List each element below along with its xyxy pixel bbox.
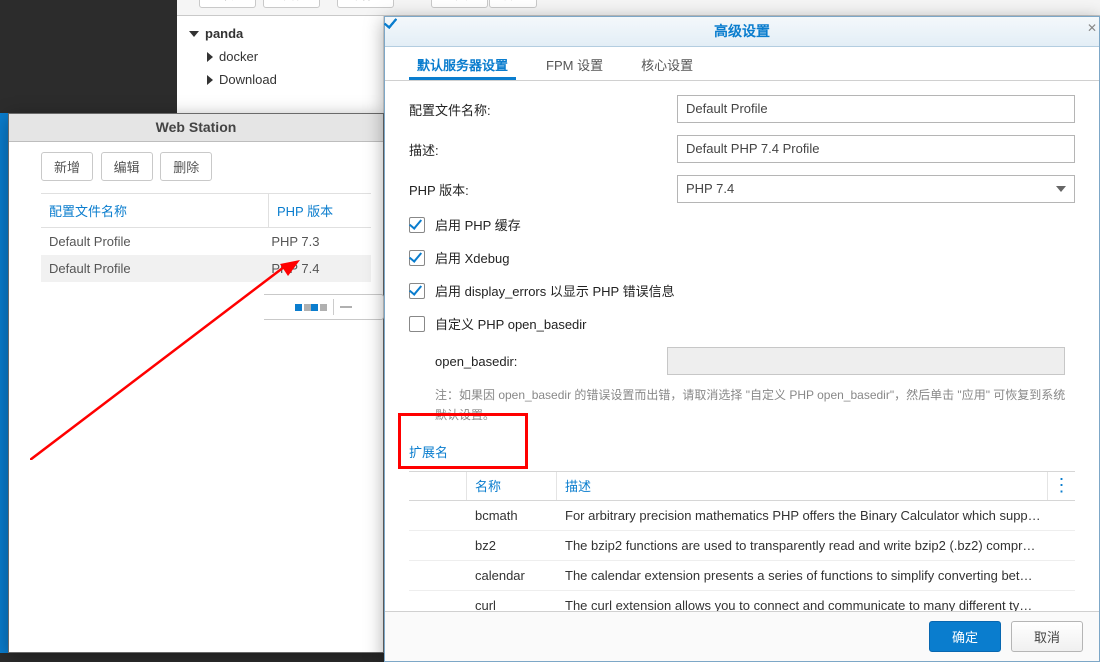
chevron-down-icon <box>1056 186 1066 192</box>
adv-footer: 确定 取消 <box>385 611 1099 661</box>
checkbox-icon <box>409 283 425 299</box>
grid-view-icon <box>295 304 302 311</box>
grid-view-icon <box>304 304 311 311</box>
ws-table: 配置文件名称 PHP 版本 Default Profile PHP 7.3 De… <box>41 193 371 282</box>
tree-item-label: Download <box>219 72 277 87</box>
toolbar-create-label: 新增 <box>274 0 300 3</box>
tree-item-docker[interactable]: docker <box>189 45 383 68</box>
toolbar-upload-button[interactable]: 上传▾ <box>199 0 256 8</box>
webstation-title: Web Station <box>9 114 383 141</box>
tree-root[interactable]: panda <box>189 22 383 45</box>
divider <box>333 299 334 315</box>
checkbox-label: 启用 PHP 缓存 <box>435 215 521 234</box>
close-icon[interactable]: ✕ <box>1087 21 1097 35</box>
open-basedir-note: 注：如果因 open_basedir 的错误设置而出错，请取消选择 "自定义 P… <box>435 385 1075 426</box>
ext-head-more-icon[interactable]: ⋮ <box>1047 472 1075 500</box>
php-version-label: PHP 版本: <box>409 180 677 199</box>
view-mode-switch[interactable] <box>264 294 384 320</box>
adv-tabs: 默认服务器设置 FPM 设置 核心设置 <box>385 47 1099 81</box>
ext-row[interactable]: bz2 The bzip2 functions are used to tran… <box>409 531 1075 561</box>
tab-default-server[interactable]: 默认服务器设置 <box>409 55 516 80</box>
profile-name-input[interactable]: Default Profile <box>677 95 1075 123</box>
php-version-select[interactable]: PHP 7.4 <box>677 175 1075 203</box>
checkbox-icon <box>409 217 425 233</box>
tab-core[interactable]: 核心设置 <box>633 55 701 80</box>
table-row[interactable]: Default Profile PHP 7.3 <box>41 228 371 255</box>
checkbox-open-basedir[interactable]: 自定义 PHP open_basedir <box>409 314 1075 333</box>
toolbar-upload-label: 上传 <box>210 0 236 3</box>
ws-php-ver: PHP 7.3 <box>271 234 363 249</box>
desc-input[interactable]: Default PHP 7.4 Profile <box>677 135 1075 163</box>
adv-title: 高级设置 <box>385 17 1099 46</box>
toolbar-tool-label: 工具 <box>442 0 468 3</box>
ok-button[interactable]: 确定 <box>929 621 1001 652</box>
ws-profile-name: Default Profile <box>49 234 271 249</box>
tree-item-label: docker <box>219 49 258 64</box>
checkbox-label: 启用 Xdebug <box>435 248 509 267</box>
ws-edit-button[interactable]: 编辑 <box>101 152 153 181</box>
ext-desc: The bzip2 functions are used to transpar… <box>557 538 1075 553</box>
extensions-table-head: 名称 描述 ⋮ <box>409 471 1075 501</box>
list-view-icon <box>340 306 352 308</box>
extensions-title: 扩展名 <box>409 440 1075 471</box>
tab-fpm[interactable]: FPM 设置 <box>538 55 611 80</box>
toolbar-setting-button[interactable]: 设置 <box>489 0 537 8</box>
checkbox-label: 启用 display_errors 以显示 PHP 错误信息 <box>435 281 675 300</box>
advanced-settings-window: 高级设置 ✕ 默认服务器设置 FPM 设置 核心设置 配置文件名称: Defau… <box>384 16 1100 662</box>
checkbox-label: 自定义 PHP open_basedir <box>435 314 587 333</box>
ws-profile-name: Default Profile <box>49 261 271 276</box>
cancel-button[interactable]: 取消 <box>1011 621 1083 652</box>
sidebar-accent <box>0 113 8 653</box>
tree-root-label: panda <box>205 26 243 41</box>
adv-titlebar[interactable]: 高级设置 ✕ <box>385 17 1099 47</box>
webstation-window: Web Station 新增 编辑 删除 配置文件名称 PHP 版本 Defau… <box>8 113 384 653</box>
ws-php-ver: PHP 7.4 <box>271 261 363 276</box>
chevron-right-icon <box>207 52 213 62</box>
desc-label: 描述: <box>409 140 677 159</box>
table-row[interactable]: Default Profile PHP 7.4 <box>41 255 371 282</box>
ext-row[interactable]: calendar The calendar extension presents… <box>409 561 1075 591</box>
toolbar-create-button[interactable]: 新增▾ <box>263 0 320 8</box>
chevron-down-icon <box>189 31 199 37</box>
checkbox-icon <box>409 250 425 266</box>
ext-head-name[interactable]: 名称 <box>467 472 557 500</box>
ext-row[interactable]: bcmath For arbitrary precision mathemati… <box>409 501 1075 531</box>
checkbox-icon <box>409 316 425 332</box>
ext-head-desc[interactable]: 描述 <box>557 472 1047 500</box>
profile-name-label: 配置文件名称: <box>409 100 677 119</box>
ext-desc: The calendar extension presents a series… <box>557 568 1075 583</box>
ext-name: calendar <box>467 568 557 583</box>
folder-tree: panda docker Download <box>177 16 384 116</box>
checkbox-display-errors[interactable]: 启用 display_errors 以显示 PHP 错误信息 <box>409 281 1075 300</box>
toolbar-setting-label: 设置 <box>500 0 526 3</box>
ws-new-button[interactable]: 新增 <box>41 152 93 181</box>
webstation-titlebar[interactable]: Web Station <box>9 114 383 142</box>
open-basedir-input <box>667 347 1065 375</box>
checkbox-php-cache[interactable]: 启用 PHP 缓存 <box>409 215 1075 234</box>
toolbar-action-label: 操作 <box>348 0 374 3</box>
toolbar-action-button[interactable]: 操作▾ <box>337 0 394 8</box>
ext-name: bcmath <box>467 508 557 523</box>
chevron-right-icon <box>207 75 213 85</box>
grid-view-icon <box>320 304 327 311</box>
ext-name: bz2 <box>467 538 557 553</box>
php-version-value: PHP 7.4 <box>686 181 734 196</box>
ws-col-php-ver[interactable]: PHP 版本 <box>269 194 363 227</box>
checkbox-xdebug[interactable]: 启用 Xdebug <box>409 248 1075 267</box>
toolbar-tool-button[interactable]: 工具▾ <box>431 0 488 8</box>
grid-view-icon <box>311 304 318 311</box>
ws-delete-button[interactable]: 删除 <box>160 152 212 181</box>
open-basedir-label: open_basedir: <box>409 354 667 369</box>
ext-head-check[interactable] <box>409 472 467 500</box>
ws-col-profile-name[interactable]: 配置文件名称 <box>41 194 269 227</box>
tree-item-download[interactable]: Download <box>189 68 383 91</box>
ext-desc: For arbitrary precision mathematics PHP … <box>557 508 1075 523</box>
